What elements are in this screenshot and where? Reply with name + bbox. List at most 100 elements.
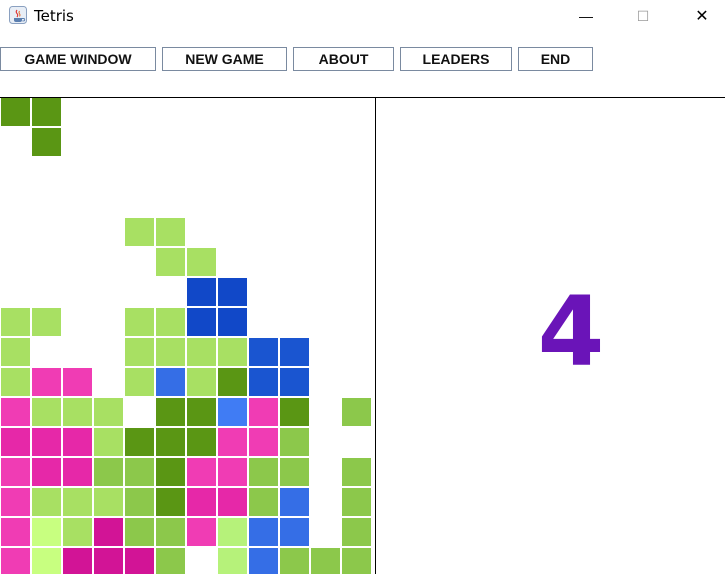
board-block bbox=[218, 308, 247, 336]
leaders-button[interactable]: LEADERS bbox=[400, 47, 512, 71]
board-block bbox=[32, 458, 61, 486]
board-block bbox=[280, 368, 309, 396]
board-block bbox=[280, 548, 309, 574]
board-block bbox=[94, 428, 123, 456]
new-game-button[interactable]: NEW GAME bbox=[162, 47, 287, 71]
board-block bbox=[63, 518, 92, 546]
board-block bbox=[94, 518, 123, 546]
board-block bbox=[249, 398, 278, 426]
board-block bbox=[342, 488, 371, 516]
board-block bbox=[249, 428, 278, 456]
board-block bbox=[218, 338, 247, 366]
board-block bbox=[280, 338, 309, 366]
board-block bbox=[156, 548, 185, 574]
board-block bbox=[125, 548, 154, 574]
minimize-button[interactable]: — bbox=[563, 0, 609, 32]
board-block bbox=[1, 368, 30, 396]
board-block bbox=[32, 98, 61, 126]
board-block bbox=[125, 458, 154, 486]
java-app-icon bbox=[9, 6, 27, 24]
board-block bbox=[1, 338, 30, 366]
board-block bbox=[63, 368, 92, 396]
board-block bbox=[342, 398, 371, 426]
board-block bbox=[342, 548, 371, 574]
board-block bbox=[187, 278, 216, 306]
board-block bbox=[125, 308, 154, 336]
board-block bbox=[125, 488, 154, 516]
board-block bbox=[63, 488, 92, 516]
minimize-icon: — bbox=[579, 8, 593, 24]
board-block bbox=[187, 248, 216, 276]
board-block bbox=[280, 458, 309, 486]
menu-bar: GAME WINDOW NEW GAME ABOUT LEADERS END bbox=[0, 32, 725, 96]
about-button[interactable]: ABOUT bbox=[293, 47, 394, 71]
board-block bbox=[218, 368, 247, 396]
board-block bbox=[342, 458, 371, 486]
end-button[interactable]: END bbox=[518, 47, 593, 71]
board-block bbox=[32, 308, 61, 336]
board-block bbox=[63, 398, 92, 426]
board-block bbox=[125, 338, 154, 366]
title-bar: Tetris — ☐ ✕ bbox=[0, 0, 725, 32]
board-block bbox=[1, 518, 30, 546]
board-block bbox=[187, 488, 216, 516]
board-block bbox=[187, 368, 216, 396]
board-block bbox=[249, 488, 278, 516]
maximize-icon: ☐ bbox=[636, 7, 650, 24]
board-block bbox=[218, 398, 247, 426]
next-piece-panel: 4 bbox=[376, 98, 725, 574]
board-block bbox=[125, 428, 154, 456]
board-block bbox=[94, 458, 123, 486]
board-block bbox=[63, 458, 92, 486]
board-block bbox=[94, 488, 123, 516]
game-window-button[interactable]: GAME WINDOW bbox=[0, 47, 156, 71]
board-block bbox=[156, 368, 185, 396]
board-block bbox=[249, 518, 278, 546]
board-block bbox=[1, 98, 30, 126]
board-block bbox=[218, 488, 247, 516]
board-block bbox=[280, 398, 309, 426]
board-block bbox=[32, 368, 61, 396]
board-block bbox=[218, 548, 247, 574]
board-block bbox=[63, 548, 92, 574]
board-block bbox=[63, 428, 92, 456]
board-block bbox=[156, 248, 185, 276]
board-block bbox=[249, 368, 278, 396]
board-block bbox=[1, 308, 30, 336]
board-block bbox=[156, 458, 185, 486]
board-block bbox=[280, 488, 309, 516]
board-block bbox=[156, 518, 185, 546]
board-block bbox=[32, 488, 61, 516]
board-block bbox=[218, 458, 247, 486]
maximize-button[interactable]: ☐ bbox=[620, 0, 666, 32]
board-block bbox=[342, 518, 371, 546]
board-block bbox=[187, 458, 216, 486]
board-block bbox=[125, 518, 154, 546]
close-button[interactable]: ✕ bbox=[679, 0, 725, 32]
board-block bbox=[1, 398, 30, 426]
board-block bbox=[187, 338, 216, 366]
board-block bbox=[1, 428, 30, 456]
board-block bbox=[187, 398, 216, 426]
board-block bbox=[187, 428, 216, 456]
board-block bbox=[156, 338, 185, 366]
board-block bbox=[1, 548, 30, 574]
board-block bbox=[32, 128, 61, 156]
close-icon: ✕ bbox=[695, 8, 709, 25]
board-block bbox=[187, 308, 216, 336]
board-block bbox=[32, 398, 61, 426]
board-block bbox=[187, 518, 216, 546]
board-block bbox=[156, 308, 185, 336]
game-board[interactable] bbox=[0, 98, 375, 574]
next-piece-indicator: 4 bbox=[537, 276, 605, 388]
board-block bbox=[218, 428, 247, 456]
board-block bbox=[32, 428, 61, 456]
board-block bbox=[125, 218, 154, 246]
board-block bbox=[249, 338, 278, 366]
board-block bbox=[156, 398, 185, 426]
board-block bbox=[156, 218, 185, 246]
board-block bbox=[32, 548, 61, 574]
board-block bbox=[94, 398, 123, 426]
board-block bbox=[311, 548, 340, 574]
board-block bbox=[218, 278, 247, 306]
